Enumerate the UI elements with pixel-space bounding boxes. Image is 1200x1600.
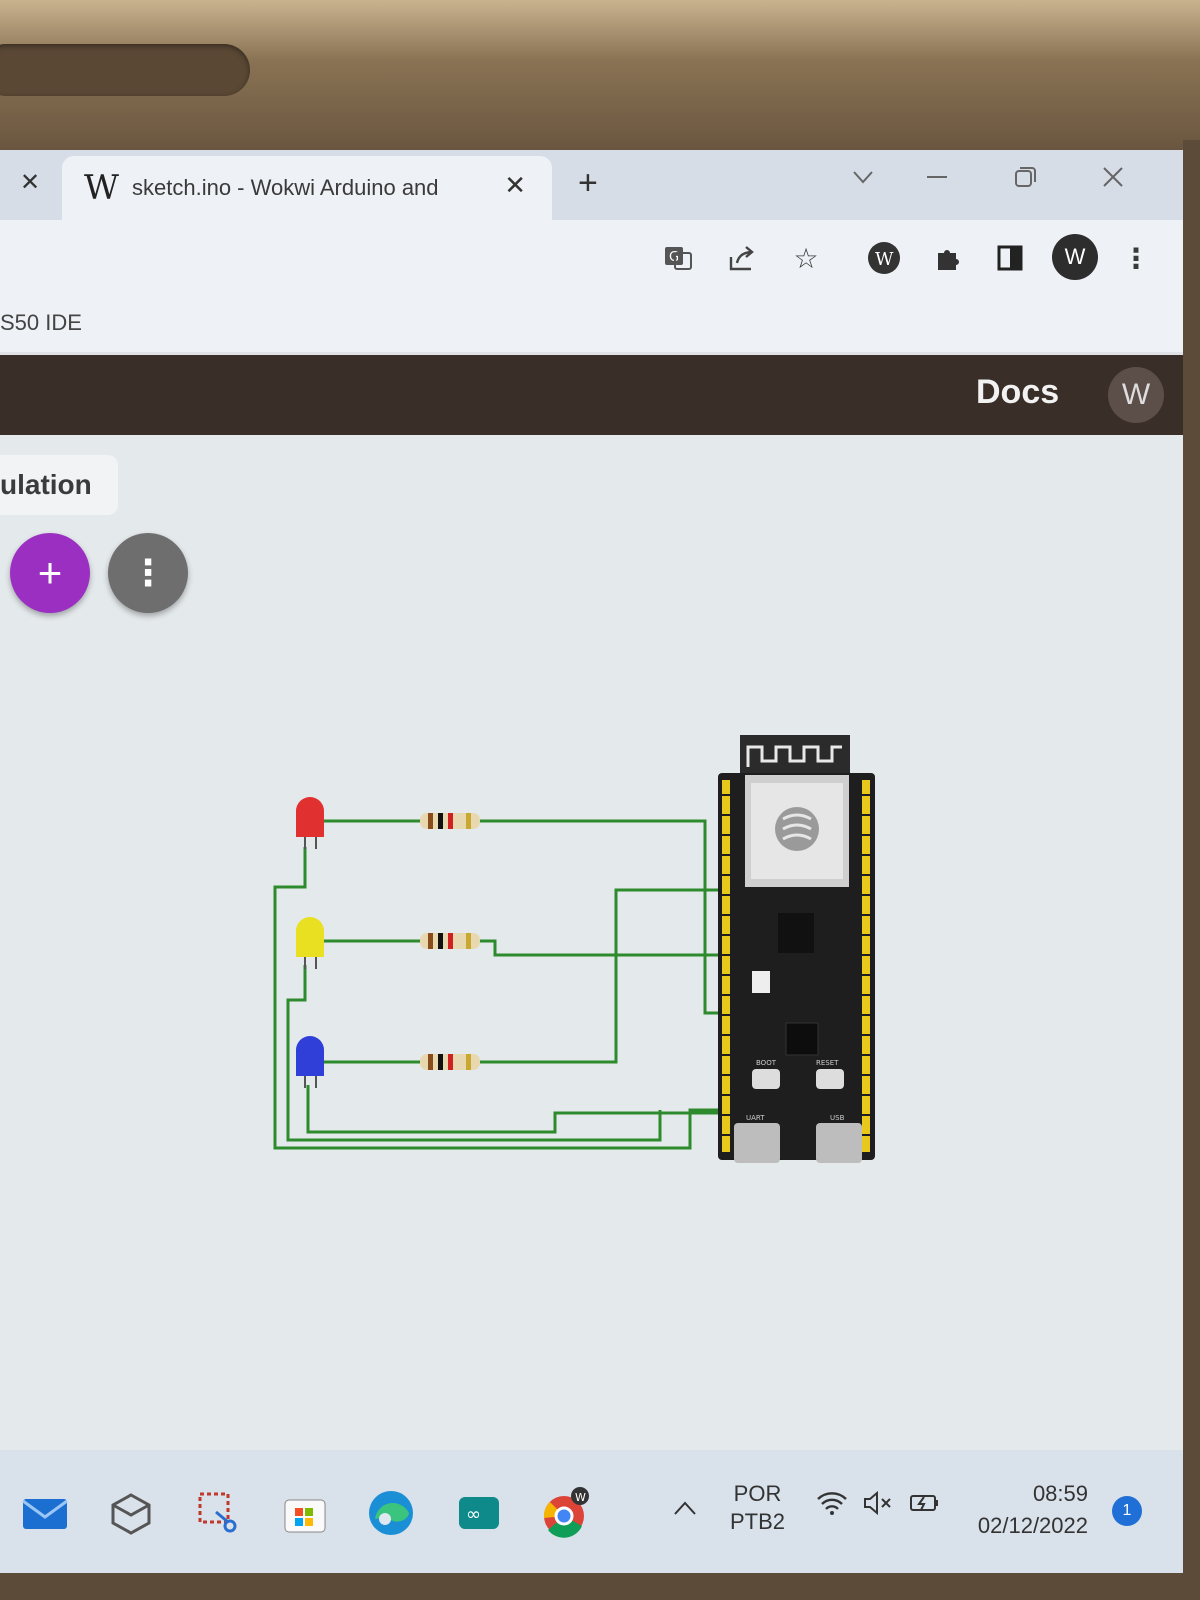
- clock-time: 08:59: [1032, 1481, 1088, 1506]
- simulation-canvas[interactable]: BOOT RESET UART USB ulation + ⋮: [0, 435, 1183, 1450]
- reset-button-label: RESET: [816, 1059, 839, 1067]
- add-part-button[interactable]: +: [10, 533, 90, 613]
- notification-badge[interactable]: 1: [1112, 1496, 1142, 1526]
- new-tab-icon[interactable]: +: [578, 164, 598, 203]
- bookmark-star-icon[interactable]: ☆: [786, 238, 826, 278]
- usb-port-label: USB: [830, 1114, 845, 1122]
- docs-link[interactable]: Docs: [976, 373, 1059, 412]
- wokwi-extension-icon[interactable]: W: [864, 238, 904, 278]
- wifi-icon[interactable]: [816, 1490, 848, 1523]
- esp32-board: BOOT RESET UART USB: [718, 735, 875, 1163]
- simulation-tab[interactable]: ulation: [0, 455, 118, 515]
- led-red: [296, 797, 324, 849]
- wires: [273, 819, 720, 1150]
- 3d-viewer-icon[interactable]: [104, 1486, 158, 1540]
- language-code: POR: [733, 1481, 782, 1506]
- monitor-bezel-right: [1183, 140, 1200, 1600]
- profile-avatar[interactable]: W: [1052, 234, 1098, 280]
- side-panel-icon[interactable]: [990, 238, 1030, 278]
- keyboard-layout: PTB2: [730, 1509, 786, 1534]
- led-blue: [296, 1036, 324, 1088]
- minimize-icon[interactable]: [924, 164, 950, 197]
- bookmark-bar: S50 IDE: [0, 294, 1183, 352]
- close-window-icon[interactable]: [1100, 164, 1126, 197]
- svg-text:W: W: [875, 249, 894, 270]
- user-avatar[interactable]: W: [1108, 367, 1164, 423]
- extensions-puzzle-icon[interactable]: [928, 238, 968, 278]
- monitor-slot: [0, 44, 250, 96]
- tab-strip: ✕ W sketch.ino - Wokwi Arduino and ✕ +: [0, 150, 1183, 220]
- resistors: [420, 813, 480, 1070]
- previous-tab-close-icon[interactable]: ✕: [16, 168, 44, 196]
- chrome-browser-icon[interactable]: W: [540, 1486, 594, 1540]
- share-icon[interactable]: [722, 238, 762, 278]
- screen: ✕ W sketch.ino - Wokwi Arduino and ✕ + G…: [0, 150, 1183, 1573]
- taskbar: ∞ W POR PTB2 08:59 02/12/2022 1: [0, 1450, 1183, 1573]
- browser-menu-icon[interactable]: ⋮: [1116, 238, 1156, 278]
- tab-sketch[interactable]: W sketch.ino - Wokwi Arduino and ✕: [62, 156, 552, 220]
- battery-charging-icon[interactable]: [908, 1490, 942, 1523]
- more-options-button[interactable]: ⋮: [108, 533, 188, 613]
- translate-icon[interactable]: G: [658, 238, 698, 278]
- system-clock[interactable]: 08:59 02/12/2022: [968, 1478, 1088, 1542]
- clock-date: 02/12/2022: [977, 1513, 1088, 1538]
- tab-search-chevron-icon[interactable]: [850, 164, 876, 197]
- show-hidden-icons-chevron-icon[interactable]: [672, 1494, 698, 1525]
- boot-button-label: BOOT: [756, 1059, 777, 1067]
- bookmark-item[interactable]: S50 IDE: [0, 310, 82, 336]
- monitor-bezel-top: [0, 0, 1200, 150]
- volume-muted-icon[interactable]: [862, 1490, 894, 1523]
- svg-text:∞: ∞: [466, 1504, 481, 1525]
- wokwi-favicon-icon: W: [84, 168, 119, 208]
- restore-icon[interactable]: [1012, 164, 1038, 197]
- microsoft-store-icon[interactable]: [278, 1486, 332, 1540]
- edge-browser-icon[interactable]: [364, 1486, 418, 1540]
- mail-app-icon[interactable]: [18, 1486, 72, 1540]
- snipping-tool-icon[interactable]: [192, 1486, 246, 1540]
- led-yellow: [296, 917, 324, 969]
- chrome-profile-badge: W: [575, 1491, 586, 1504]
- arduino-ide-icon[interactable]: ∞: [452, 1486, 506, 1540]
- browser-toolbar: G ☆ W W ⋮: [0, 220, 1183, 294]
- tab-title: sketch.ino - Wokwi Arduino and: [132, 175, 439, 200]
- monitor-bezel-bottom: [0, 1573, 1200, 1600]
- uart-port-label: UART: [746, 1114, 765, 1122]
- tab-close-icon[interactable]: ✕: [504, 170, 526, 201]
- input-language-indicator[interactable]: POR PTB2: [730, 1480, 785, 1536]
- wokwi-header: Docs W: [0, 355, 1183, 435]
